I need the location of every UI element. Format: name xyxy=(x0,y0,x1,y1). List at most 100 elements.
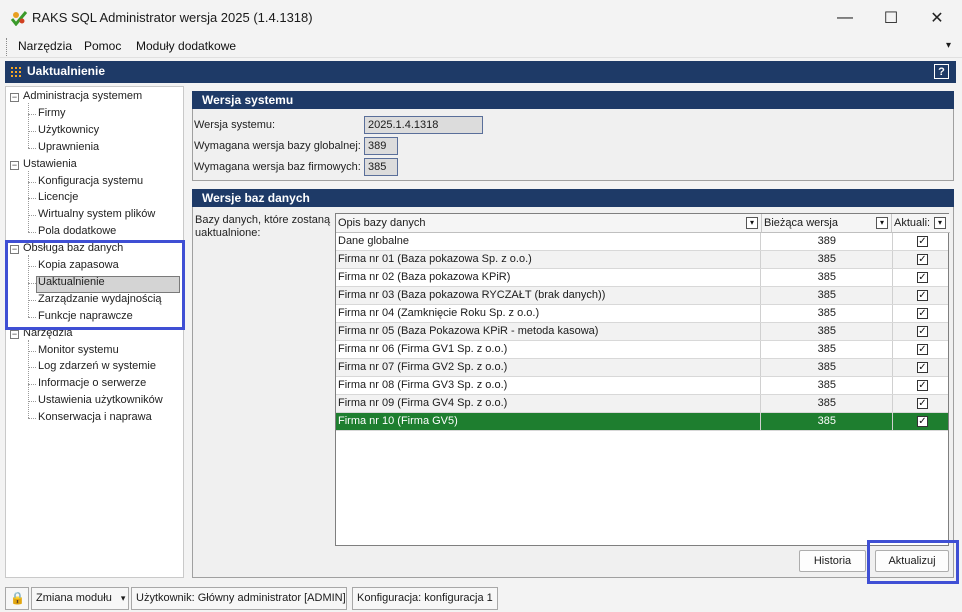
tree-item[interactable]: Pola dodatkowe xyxy=(38,225,116,237)
update-checkbox-cell: ✓ xyxy=(892,287,948,304)
tree-item[interactable]: Konserwacja i naprawa xyxy=(38,411,152,423)
app-logo-icon xyxy=(10,11,28,26)
tree-item[interactable]: Ustawienia xyxy=(23,158,77,170)
tree-connector xyxy=(28,384,36,385)
update-checkbox[interactable]: ✓ xyxy=(917,236,928,247)
database-name: Firma nr 09 (Firma GV4 Sp. z o.o.) xyxy=(338,397,508,409)
global-version-label: Wymagana wersja bazy globalnej: xyxy=(194,140,361,152)
column-header-update[interactable]: Aktuali: ▾ xyxy=(892,214,950,233)
tree-collapse-icon[interactable]: − xyxy=(10,161,19,170)
help-button[interactable]: ? xyxy=(934,64,949,79)
tree-item[interactable]: Firmy xyxy=(38,107,66,119)
column-filter-icon[interactable]: ▾ xyxy=(746,217,758,229)
tree-item[interactable]: Uprawnienia xyxy=(38,141,99,153)
tree-collapse-icon[interactable]: − xyxy=(10,93,19,102)
close-button[interactable]: ✕ xyxy=(914,0,960,36)
tree-item[interactable]: Konfiguracja systemu xyxy=(38,175,143,187)
table-row[interactable]: Firma nr 09 (Firma GV4 Sp. z o.o.) 385 ✓ xyxy=(336,395,948,413)
tree-item[interactable]: Monitor systemu xyxy=(38,344,119,356)
database-grid: Opis bazy danych ▾ Bieżąca wersja ▾ Aktu… xyxy=(335,213,950,546)
column-header-label: Bieżąca wersja xyxy=(764,217,838,229)
tree-connector xyxy=(28,114,36,115)
status-configuration: Konfiguracja: konfiguracja 1 xyxy=(352,587,498,610)
table-row[interactable]: Firma nr 04 (Zamknięcie Roku Sp. z o.o.)… xyxy=(336,305,948,323)
table-row[interactable]: Firma nr 07 (Firma GV2 Sp. z o.o.) 385 ✓ xyxy=(336,359,948,377)
update-checkbox-cell: ✓ xyxy=(892,359,948,376)
update-checkbox-cell: ✓ xyxy=(892,395,948,412)
tree-collapse-icon[interactable]: − xyxy=(10,330,19,339)
database-name: Firma nr 07 (Firma GV2 Sp. z o.o.) xyxy=(338,361,508,373)
database-version: 385 xyxy=(760,287,890,304)
tree-connector xyxy=(28,182,36,183)
tree-item[interactable]: Wirtualny system plików xyxy=(38,208,155,220)
tree-item[interactable]: Informacje o serwerze xyxy=(38,377,146,389)
tree-item[interactable]: Ustawienia użytkowników xyxy=(38,394,163,406)
update-checkbox[interactable]: ✓ xyxy=(917,254,928,265)
table-row[interactable]: Firma nr 01 (Baza pokazowa Sp. z o.o.) 38… xyxy=(336,251,948,269)
update-checkbox[interactable]: ✓ xyxy=(917,416,928,427)
update-checkbox[interactable]: ✓ xyxy=(917,344,928,355)
update-checkbox-cell: ✓ xyxy=(892,413,948,430)
update-checkbox-cell: ✓ xyxy=(892,251,948,268)
update-checkbox[interactable]: ✓ xyxy=(917,326,928,337)
column-header-version[interactable]: Bieżąca wersja ▾ xyxy=(762,214,892,233)
update-checkbox[interactable]: ✓ xyxy=(917,380,928,391)
maximize-button[interactable]: ☐ xyxy=(868,0,914,36)
table-row[interactable]: Firma nr 10 (Firma GV5) 385 ✓ xyxy=(336,413,948,431)
database-name: Firma nr 02 (Baza pokazowa KPiR) xyxy=(338,271,511,283)
database-name: Firma nr 05 (Baza Pokazowa KPiR - metoda… xyxy=(338,325,599,337)
status-user: Użytkownik: Główny administrator [ADMIN] xyxy=(131,587,347,610)
page-title: Uaktualnienie xyxy=(27,64,106,78)
company-version-label: Wymagana wersja baz firmowych: xyxy=(194,161,361,173)
grid-icon xyxy=(10,66,22,78)
tree-connector xyxy=(28,232,36,233)
update-checkbox[interactable]: ✓ xyxy=(917,398,928,409)
table-row[interactable]: Dane globalne 389 ✓ xyxy=(336,233,948,251)
menu-grip-icon xyxy=(6,38,9,56)
update-checkbox[interactable]: ✓ xyxy=(917,308,928,319)
chevron-down-icon: ▾ xyxy=(120,593,126,603)
change-module-button[interactable]: Zmiana modułu ▾ xyxy=(31,587,129,610)
table-row[interactable]: Firma nr 02 (Baza pokazowa KPiR) 385 ✓ xyxy=(336,269,948,287)
minimize-button[interactable]: — xyxy=(822,0,868,36)
menu-moduly-dodatkowe[interactable]: Moduły dodatkowe xyxy=(136,39,236,53)
tree-item[interactable]: Administracja systemem xyxy=(23,90,142,102)
menu-narzedzia[interactable]: Narzędzia xyxy=(18,39,72,53)
company-version-value: 385 xyxy=(364,158,398,176)
window-title: RAKS SQL Administrator wersja 2025 (1.4.… xyxy=(32,10,313,25)
system-version-header: Wersja systemu xyxy=(192,91,954,109)
lock-icon[interactable]: 🔒 xyxy=(5,587,29,610)
menu-pomoc[interactable]: Pomoc xyxy=(84,39,121,53)
tree-connector xyxy=(28,148,36,149)
database-version: 385 xyxy=(760,251,890,268)
database-name: Dane globalne xyxy=(338,235,409,247)
table-row[interactable]: Firma nr 03 (Baza pokazowa RYCZAŁT (brak… xyxy=(336,287,948,305)
database-name: Firma nr 08 (Firma GV3 Sp. z o.o.) xyxy=(338,379,508,391)
column-header-description[interactable]: Opis bazy danych ▾ xyxy=(336,214,762,233)
database-versions-header: Wersje baz danych xyxy=(192,189,954,207)
column-filter-icon[interactable]: ▾ xyxy=(876,217,888,229)
tree-connector xyxy=(28,418,36,419)
update-checkbox[interactable]: ✓ xyxy=(917,362,928,373)
database-name: Firma nr 06 (Firma GV1 Sp. z o.o.) xyxy=(338,343,508,355)
column-header-label: Aktuali: xyxy=(894,217,931,229)
update-checkbox[interactable]: ✓ xyxy=(917,290,928,301)
tree-item[interactable]: Log zdarzeń w systemie xyxy=(38,360,156,372)
database-version: 385 xyxy=(760,395,890,412)
database-name: Firma nr 01 (Baza pokazowa Sp. z o.o.) xyxy=(338,253,532,265)
tree-item[interactable]: Użytkownicy xyxy=(38,124,99,136)
menu-overflow-icon[interactable]: ▾ xyxy=(946,40,951,51)
database-name: Firma nr 03 (Baza pokazowa RYCZAŁT (brak… xyxy=(338,289,606,301)
update-checkbox-cell: ✓ xyxy=(892,233,948,250)
history-button[interactable]: Historia xyxy=(799,550,866,572)
database-version: 385 xyxy=(760,359,890,376)
table-row[interactable]: Firma nr 05 (Baza Pokazowa KPiR - metoda… xyxy=(336,323,948,341)
annotation-highlight-frame xyxy=(5,240,185,330)
tree-connector xyxy=(28,401,36,402)
tree-connector xyxy=(28,171,29,232)
table-row[interactable]: Firma nr 08 (Firma GV3 Sp. z o.o.) 385 ✓ xyxy=(336,377,948,395)
column-filter-icon[interactable]: ▾ xyxy=(934,217,946,229)
tree-item[interactable]: Licencje xyxy=(38,191,78,203)
update-checkbox[interactable]: ✓ xyxy=(917,272,928,283)
table-row[interactable]: Firma nr 06 (Firma GV1 Sp. z o.o.) 385 ✓ xyxy=(336,341,948,359)
